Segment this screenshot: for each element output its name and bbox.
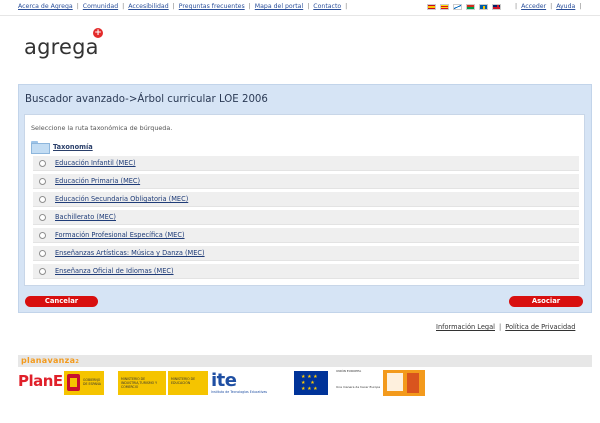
separator: | — [550, 3, 553, 10]
coat-of-arms-icon — [67, 374, 80, 391]
search-panel: Buscador avanzado->Árbol curricular LOE … — [18, 84, 592, 313]
option-label[interactable]: Educación Infantil (MEC) — [55, 159, 136, 167]
gl-flag-icon[interactable] — [453, 4, 462, 10]
radio-button[interactable] — [39, 249, 46, 257]
separator: | — [122, 3, 125, 10]
acceder-link[interactable]: Acceder — [521, 3, 546, 10]
plan-avanza-bar: planavanza2 — [18, 355, 592, 367]
ite-logo[interactable]: ite — [211, 370, 237, 391]
plan-avanza-name: planavanza — [21, 356, 76, 365]
separator: | — [579, 3, 582, 10]
cancel-button[interactable]: Cancelar — [25, 296, 98, 307]
list-item[interactable]: Educación Secundaria Obligatoria (MEC) — [33, 192, 579, 207]
nav-acerca[interactable]: Acerca de Agrega — [18, 3, 73, 10]
plan-avanza-logo: planavanza2 — [21, 356, 79, 365]
page-title: Buscador avanzado->Árbol curricular LOE … — [25, 94, 268, 105]
plan-avanza-suffix: 2 — [75, 359, 80, 365]
taxonomy-header[interactable]: Taxonomía — [31, 141, 93, 154]
separator: | — [248, 3, 251, 10]
award-logo[interactable] — [383, 370, 425, 396]
privacy-link[interactable]: Política de Privacidad — [505, 323, 575, 331]
nav-mapa[interactable]: Mapa del portal — [255, 3, 303, 10]
radio-button[interactable] — [39, 267, 46, 275]
separator: | — [307, 3, 310, 10]
radio-button[interactable] — [39, 159, 46, 167]
option-label[interactable]: Enseñanza Oficial de Idiomas (MEC) — [55, 267, 174, 275]
list-item[interactable]: Formación Profesional Específica (MEC) — [33, 228, 579, 243]
radio-button[interactable] — [39, 231, 46, 239]
list-item[interactable]: Educación Infantil (MEC) — [33, 156, 579, 171]
account-navigation: | Acceder | Ayuda | — [511, 3, 585, 10]
list-item[interactable]: Educación Primaria (MEC) — [33, 174, 579, 189]
footer-links: Información Legal | Política de Privacidad — [436, 323, 575, 331]
eu-flag-logo[interactable] — [294, 371, 328, 395]
ministerio-industria-logo[interactable]: MINISTERIO DE INDUSTRIA,TURISMO Y COMERC… — [118, 371, 166, 395]
list-item[interactable]: Enseñanza Oficial de Idiomas (MEC) — [33, 264, 579, 279]
nav-accesibilidad[interactable]: Accesibilidad — [128, 3, 168, 10]
separator: | — [172, 3, 175, 10]
agrega-logo[interactable]: agrega — [24, 35, 99, 59]
gobierno-logo[interactable]: GOBIERNO DE ESPAÑA — [64, 371, 104, 395]
list-item[interactable]: Bachillerato (MEC) — [33, 210, 579, 225]
radio-button[interactable] — [39, 195, 46, 203]
es-flag-icon[interactable] — [427, 4, 436, 10]
option-label[interactable]: Formación Profesional Específica (MEC) — [55, 231, 185, 239]
option-label[interactable]: Bachillerato (MEC) — [55, 213, 116, 221]
ministerio-educacion-logo[interactable]: MINISTERIO DE EDUCACIÓN — [168, 371, 208, 395]
option-label[interactable]: Enseñanzas Artísticas: Música y Danza (M… — [55, 249, 205, 257]
nav-preguntas[interactable]: Preguntas frecuentes — [179, 3, 245, 10]
sponsor-logos: PlanE GOBIERNO DE ESPAÑA MINISTERIO DE I… — [18, 369, 592, 400]
folder-icon — [31, 141, 50, 154]
nav-comunidad[interactable]: Comunidad — [83, 3, 118, 10]
ite-subtitle: Instituto de Tecnologías Educativas — [211, 390, 268, 394]
gobierno-label: GOBIERNO DE ESPAÑA — [83, 378, 101, 386]
top-bar: Acerca de Agrega | Comunidad | Accesibilidad… — [0, 0, 600, 16]
ministerio-industria-label: MINISTERIO DE INDUSTRIA,TURISMO Y COMERC… — [121, 377, 158, 389]
radio-button[interactable] — [39, 213, 46, 221]
option-label[interactable]: Educación Secundaria Obligatoria (MEC) — [55, 195, 188, 203]
ca-flag-icon[interactable] — [440, 4, 449, 10]
ministerio-educacion-label: MINISTERIO DE EDUCACIÓN — [171, 377, 196, 385]
instruction-text: Seleccione la ruta taxonómica de búrqued… — [31, 124, 173, 132]
eu-flag-icon[interactable] — [466, 4, 475, 10]
ayuda-link[interactable]: Ayuda — [556, 3, 575, 10]
taxonomy-list: Educación Infantil (MEC) Educación Prima… — [33, 156, 579, 282]
plus-badge-icon: + — [93, 28, 103, 38]
language-flags — [427, 4, 501, 12]
option-label[interactable]: Educación Primaria (MEC) — [55, 177, 140, 185]
radio-button[interactable] — [39, 177, 46, 185]
associate-button[interactable]: Asociar — [509, 296, 583, 307]
list-item[interactable]: Enseñanzas Artísticas: Música y Danza (M… — [33, 246, 579, 261]
en-flag-icon[interactable] — [492, 4, 501, 10]
ast-flag-icon[interactable] — [479, 4, 488, 10]
nav-contacto[interactable]: Contacto — [313, 3, 341, 10]
legal-info-link[interactable]: Información Legal — [436, 323, 495, 331]
taxonomy-link[interactable]: Taxonomía — [53, 143, 93, 151]
separator: | — [498, 323, 502, 331]
separator: | — [515, 3, 518, 10]
top-navigation: Acerca de Agrega | Comunidad | Accesibilidad… — [18, 3, 351, 10]
taxonomy-box: Seleccione la ruta taxonómica de búrqued… — [24, 114, 585, 286]
plan-e-logo[interactable]: PlanE — [18, 372, 63, 390]
separator: | — [345, 3, 348, 10]
separator: | — [76, 3, 79, 10]
